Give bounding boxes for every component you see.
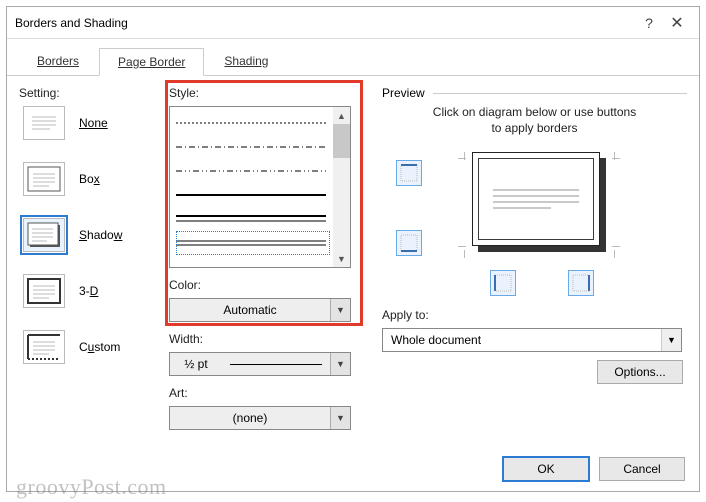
style-option[interactable]	[176, 207, 330, 231]
setting-box[interactable]: Box	[23, 162, 169, 196]
box-icon	[23, 162, 65, 196]
none-icon	[23, 106, 65, 140]
custom-icon	[23, 330, 65, 364]
style-label: Style:	[169, 86, 364, 100]
style-column: Style: ▲ ▼ Color: A	[169, 86, 364, 430]
cancel-button[interactable]: Cancel	[599, 457, 685, 481]
border-right-button[interactable]	[568, 270, 594, 296]
style-listbox[interactable]: ▲ ▼	[169, 106, 351, 268]
preview-diagram[interactable]	[382, 146, 687, 296]
three-d-icon	[23, 274, 65, 308]
options-button[interactable]: Options...	[597, 360, 683, 384]
style-option[interactable]	[176, 183, 330, 207]
preview-hint: Click on diagram below or use buttonsto …	[392, 104, 677, 136]
scroll-thumb[interactable]	[333, 124, 350, 158]
setting-column: Setting: None Box Shadow	[19, 86, 169, 430]
style-option[interactable]	[176, 159, 330, 183]
width-combobox[interactable]: ½ pt ▼	[169, 352, 351, 376]
chevron-down-icon[interactable]: ▼	[330, 407, 350, 429]
tab-page-border[interactable]: Page Border	[99, 48, 204, 76]
color-combobox[interactable]: Automatic ▼	[169, 298, 351, 322]
dialog-footer: OK Cancel	[503, 457, 685, 481]
tab-borders[interactable]: Borders	[19, 48, 97, 76]
title-bar: Borders and Shading ? ✕	[7, 7, 699, 39]
preview-column: Preview Click on diagram below or use bu…	[364, 86, 687, 430]
scrollbar[interactable]: ▲ ▼	[333, 107, 350, 267]
tab-shading[interactable]: Shading	[206, 48, 286, 76]
setting-none[interactable]: None	[23, 106, 169, 140]
style-option[interactable]	[176, 111, 330, 135]
scroll-down-button[interactable]: ▼	[333, 250, 350, 267]
tab-strip: Borders Page Border Shading	[7, 39, 699, 76]
setting-label: Setting:	[19, 86, 169, 100]
apply-to-label: Apply to:	[382, 308, 687, 322]
setting-3d[interactable]: 3-D	[23, 274, 169, 308]
border-top-button[interactable]	[396, 160, 422, 186]
close-button[interactable]: ✕	[663, 13, 691, 33]
art-combobox[interactable]: (none) ▼	[169, 406, 351, 430]
chevron-down-icon[interactable]: ▼	[330, 353, 350, 375]
preview-label: Preview	[382, 86, 425, 100]
art-label: Art:	[169, 386, 364, 400]
apply-to-combobox[interactable]: Whole document ▼	[382, 328, 682, 352]
border-left-button[interactable]	[490, 270, 516, 296]
chevron-down-icon[interactable]: ▼	[661, 329, 681, 351]
setting-shadow[interactable]: Shadow	[23, 218, 169, 252]
width-label: Width:	[169, 332, 364, 346]
setting-custom[interactable]: Custom	[23, 330, 169, 364]
page-preview[interactable]	[472, 152, 606, 252]
chevron-down-icon[interactable]: ▼	[330, 299, 350, 321]
ok-button[interactable]: OK	[503, 457, 589, 481]
border-bottom-button[interactable]	[396, 230, 422, 256]
color-label: Color:	[169, 278, 364, 292]
shadow-icon	[23, 218, 65, 252]
width-sample-line	[230, 364, 322, 365]
window-title: Borders and Shading	[15, 16, 635, 30]
style-option-selected[interactable]	[176, 231, 330, 255]
scroll-up-button[interactable]: ▲	[333, 107, 350, 124]
style-option[interactable]	[176, 135, 330, 159]
help-button[interactable]: ?	[635, 15, 663, 31]
dialog-window: Borders and Shading ? ✕ Borders Page Bor…	[6, 6, 700, 492]
